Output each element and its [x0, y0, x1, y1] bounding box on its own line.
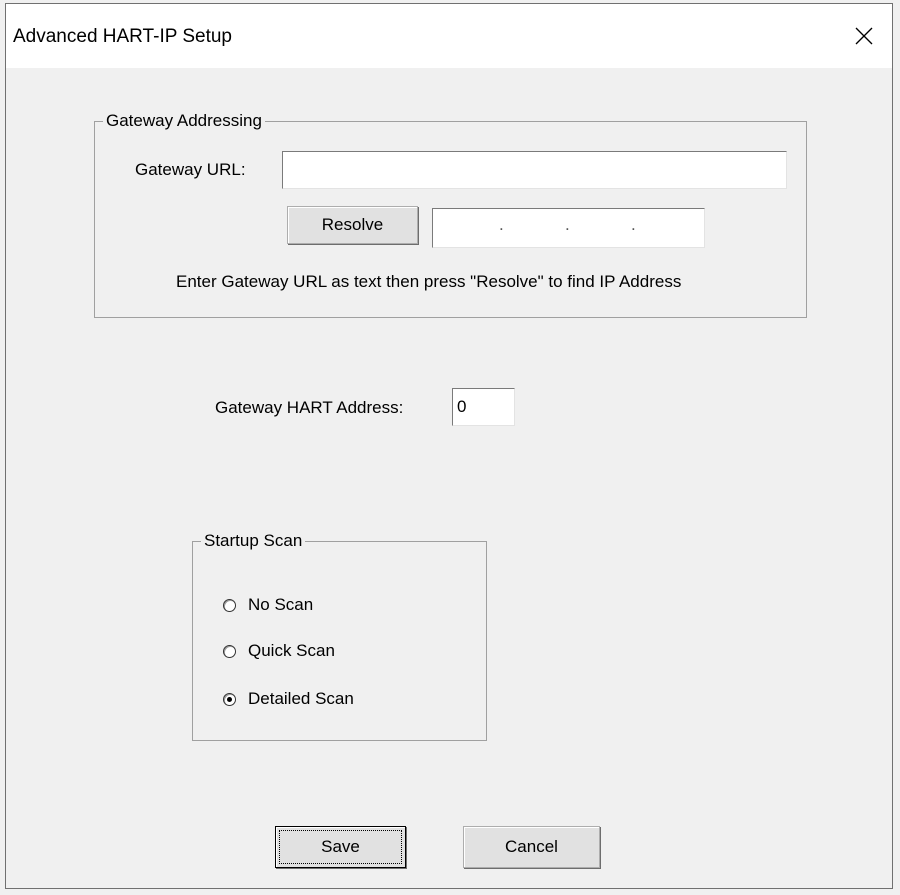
hart-address-label: Gateway HART Address:: [215, 398, 404, 417]
radio-label-no-scan: No Scan: [248, 595, 314, 614]
close-button[interactable]: [836, 4, 892, 68]
resolve-hint-text: Enter Gateway URL as text then press "Re…: [176, 272, 682, 291]
radio-button-selected[interactable]: [223, 692, 236, 706]
gateway-addressing-group: Gateway Addressing Gateway URL: Resolve …: [94, 110, 807, 318]
gateway-addressing-legend: Gateway Addressing: [103, 110, 265, 132]
advanced-hart-ip-setup-dialog: Advanced HART-IP Setup Gateway Addressin…: [5, 3, 893, 889]
gateway-url-input[interactable]: [282, 151, 787, 189]
resolve-button[interactable]: Resolve: [287, 206, 418, 244]
radio-label-detailed-scan: Detailed Scan: [248, 689, 354, 708]
cancel-button[interactable]: Cancel: [463, 826, 600, 868]
gateway-url-label: Gateway URL:: [135, 160, 246, 179]
ip-octet-separator: .: [631, 215, 636, 234]
close-icon: [855, 27, 873, 45]
ip-octet-separator: .: [565, 215, 570, 234]
hart-address-input[interactable]: [452, 388, 515, 426]
focus-rectangle: [279, 830, 402, 864]
title-bar: Advanced HART-IP Setup: [6, 4, 892, 68]
window-title: Advanced HART-IP Setup: [13, 26, 232, 47]
resolve-button-label: Resolve: [321, 215, 384, 234]
cancel-button-label: Cancel: [505, 837, 558, 856]
ip-address-field[interactable]: . . .: [432, 208, 705, 248]
startup-scan-legend: Startup Scan: [201, 530, 306, 552]
radio-quick-scan[interactable]: Quick Scan: [223, 641, 335, 661]
startup-scan-group: Startup Scan No Scan Quick Scan Detailed…: [192, 530, 487, 741]
radio-detailed-scan[interactable]: Detailed Scan: [223, 689, 354, 709]
radio-button[interactable]: [223, 598, 236, 612]
radio-label-quick-scan: Quick Scan: [248, 641, 335, 660]
ip-octet-separator: .: [499, 215, 504, 234]
radio-button[interactable]: [223, 644, 236, 658]
save-button[interactable]: Save: [275, 826, 406, 868]
radio-no-scan[interactable]: No Scan: [223, 595, 313, 615]
